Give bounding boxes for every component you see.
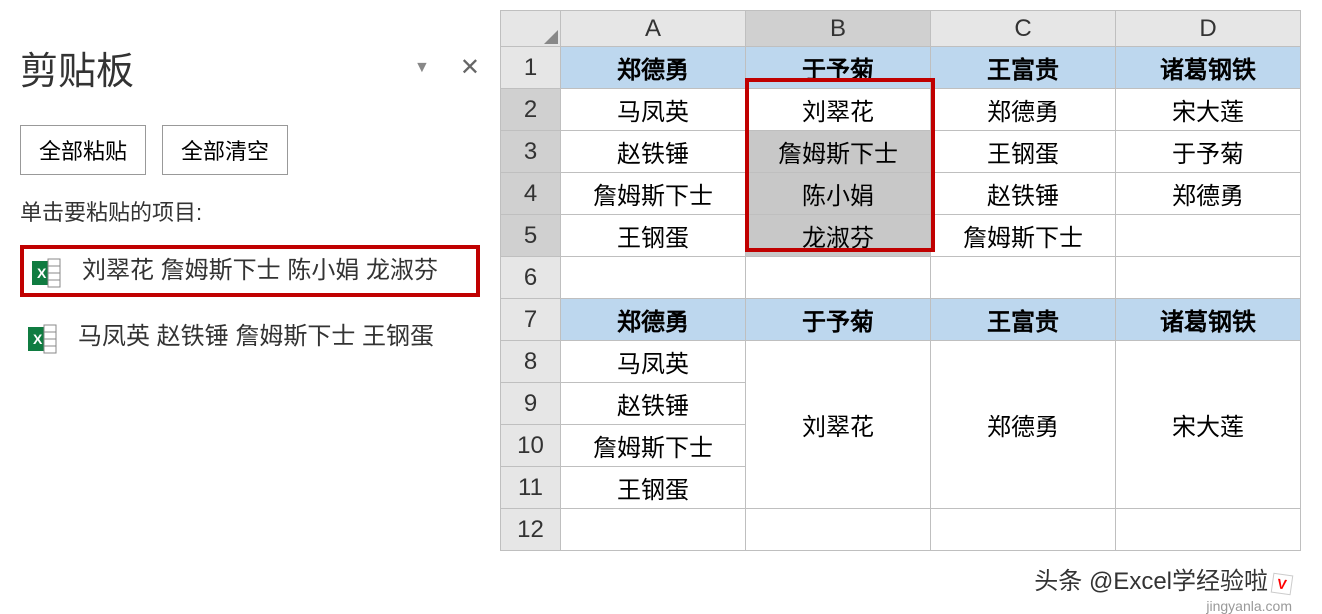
- watermark-logo-icon: V: [1271, 573, 1294, 596]
- cell[interactable]: [931, 257, 1116, 299]
- clipboard-title: 剪贴板: [20, 40, 134, 95]
- clipboard-panel: 剪贴板 ▼ ✕ 全部粘贴 全部清空 单击要粘贴的项目: X 刘翠花 詹姆斯下士 …: [0, 0, 500, 606]
- cell[interactable]: 于予菊: [1116, 131, 1301, 173]
- cell[interactable]: 詹姆斯下士: [561, 425, 746, 467]
- cell[interactable]: 王钢蛋: [561, 467, 746, 509]
- spreadsheet[interactable]: A B C D 1 郑德勇 于予菊 王富贵 诸葛钢铁 2 马凤英 刘翠花 郑德勇…: [500, 0, 1322, 606]
- cell[interactable]: [1116, 509, 1301, 551]
- cell[interactable]: 赵铁锤: [931, 173, 1116, 215]
- cell[interactable]: 马凤英: [561, 341, 746, 383]
- cell[interactable]: [561, 509, 746, 551]
- cell[interactable]: [1116, 257, 1301, 299]
- cell[interactable]: 詹姆斯下士: [746, 131, 931, 173]
- row-header[interactable]: 10: [501, 425, 561, 467]
- svg-text:X: X: [37, 265, 47, 281]
- cell[interactable]: 郑德勇: [931, 89, 1116, 131]
- cell[interactable]: 陈小娟: [746, 173, 931, 215]
- cell[interactable]: 于予菊: [746, 47, 931, 89]
- cell[interactable]: 于予菊: [746, 299, 931, 341]
- select-all-cell[interactable]: [501, 11, 561, 47]
- merged-cell[interactable]: 宋大莲: [1116, 341, 1301, 509]
- excel-icon: X: [26, 323, 58, 355]
- clipboard-item[interactable]: X 刘翠花 詹姆斯下士 陈小娟 龙淑芬: [20, 245, 480, 297]
- row-header[interactable]: 1: [501, 47, 561, 89]
- row-header[interactable]: 8: [501, 341, 561, 383]
- cell[interactable]: 诸葛钢铁: [1116, 299, 1301, 341]
- row-header[interactable]: 12: [501, 509, 561, 551]
- cell[interactable]: 詹姆斯下士: [931, 215, 1116, 257]
- cell[interactable]: [931, 509, 1116, 551]
- cell[interactable]: [746, 509, 931, 551]
- cell[interactable]: 郑德勇: [561, 299, 746, 341]
- cell[interactable]: 詹姆斯下士: [561, 173, 746, 215]
- cell[interactable]: 诸葛钢铁: [1116, 47, 1301, 89]
- cell[interactable]: 郑德勇: [1116, 173, 1301, 215]
- cell[interactable]: 王钢蛋: [561, 215, 746, 257]
- watermark: 头条 @Excel学经验啦V: [1034, 561, 1292, 596]
- watermark-sub: jingyanla.com: [1206, 598, 1292, 614]
- cell[interactable]: 王富贵: [931, 299, 1116, 341]
- row-header[interactable]: 5: [501, 215, 561, 257]
- row-header[interactable]: 4: [501, 173, 561, 215]
- close-icon[interactable]: ✕: [460, 53, 480, 82]
- clipboard-item-text: 马凤英 赵铁锤 詹姆斯下士 王钢蛋: [78, 319, 434, 355]
- clear-all-button[interactable]: 全部清空: [162, 125, 288, 175]
- cell[interactable]: 赵铁锤: [561, 131, 746, 173]
- row-header[interactable]: 9: [501, 383, 561, 425]
- col-header-b[interactable]: B: [746, 11, 931, 47]
- paste-all-button[interactable]: 全部粘贴: [20, 125, 146, 175]
- dropdown-icon[interactable]: ▼: [414, 59, 430, 77]
- cell[interactable]: 刘翠花: [746, 89, 931, 131]
- cell[interactable]: 马凤英: [561, 89, 746, 131]
- col-header-a[interactable]: A: [561, 11, 746, 47]
- cell[interactable]: [561, 257, 746, 299]
- col-header-d[interactable]: D: [1116, 11, 1301, 47]
- merged-cell[interactable]: 刘翠花: [746, 341, 931, 509]
- cell[interactable]: 宋大莲: [1116, 89, 1301, 131]
- excel-icon: X: [30, 257, 62, 289]
- cell[interactable]: 龙淑芬: [746, 215, 931, 257]
- clipboard-item-text: 刘翠花 詹姆斯下士 陈小娟 龙淑芬: [82, 253, 438, 289]
- clipboard-item[interactable]: X 马凤英 赵铁锤 詹姆斯下士 王钢蛋: [20, 315, 480, 359]
- cell[interactable]: 郑德勇: [561, 47, 746, 89]
- merged-cell[interactable]: 郑德勇: [931, 341, 1116, 509]
- row-header[interactable]: 6: [501, 257, 561, 299]
- svg-text:X: X: [33, 331, 43, 347]
- row-header[interactable]: 3: [501, 131, 561, 173]
- clipboard-hint: 单击要粘贴的项目:: [20, 195, 480, 227]
- cell[interactable]: 王富贵: [931, 47, 1116, 89]
- cell[interactable]: 赵铁锤: [561, 383, 746, 425]
- cell[interactable]: 王钢蛋: [931, 131, 1116, 173]
- cell[interactable]: [1116, 215, 1301, 257]
- cell[interactable]: [746, 257, 931, 299]
- col-header-c[interactable]: C: [931, 11, 1116, 47]
- row-header[interactable]: 7: [501, 299, 561, 341]
- row-header[interactable]: 11: [501, 467, 561, 509]
- row-header[interactable]: 2: [501, 89, 561, 131]
